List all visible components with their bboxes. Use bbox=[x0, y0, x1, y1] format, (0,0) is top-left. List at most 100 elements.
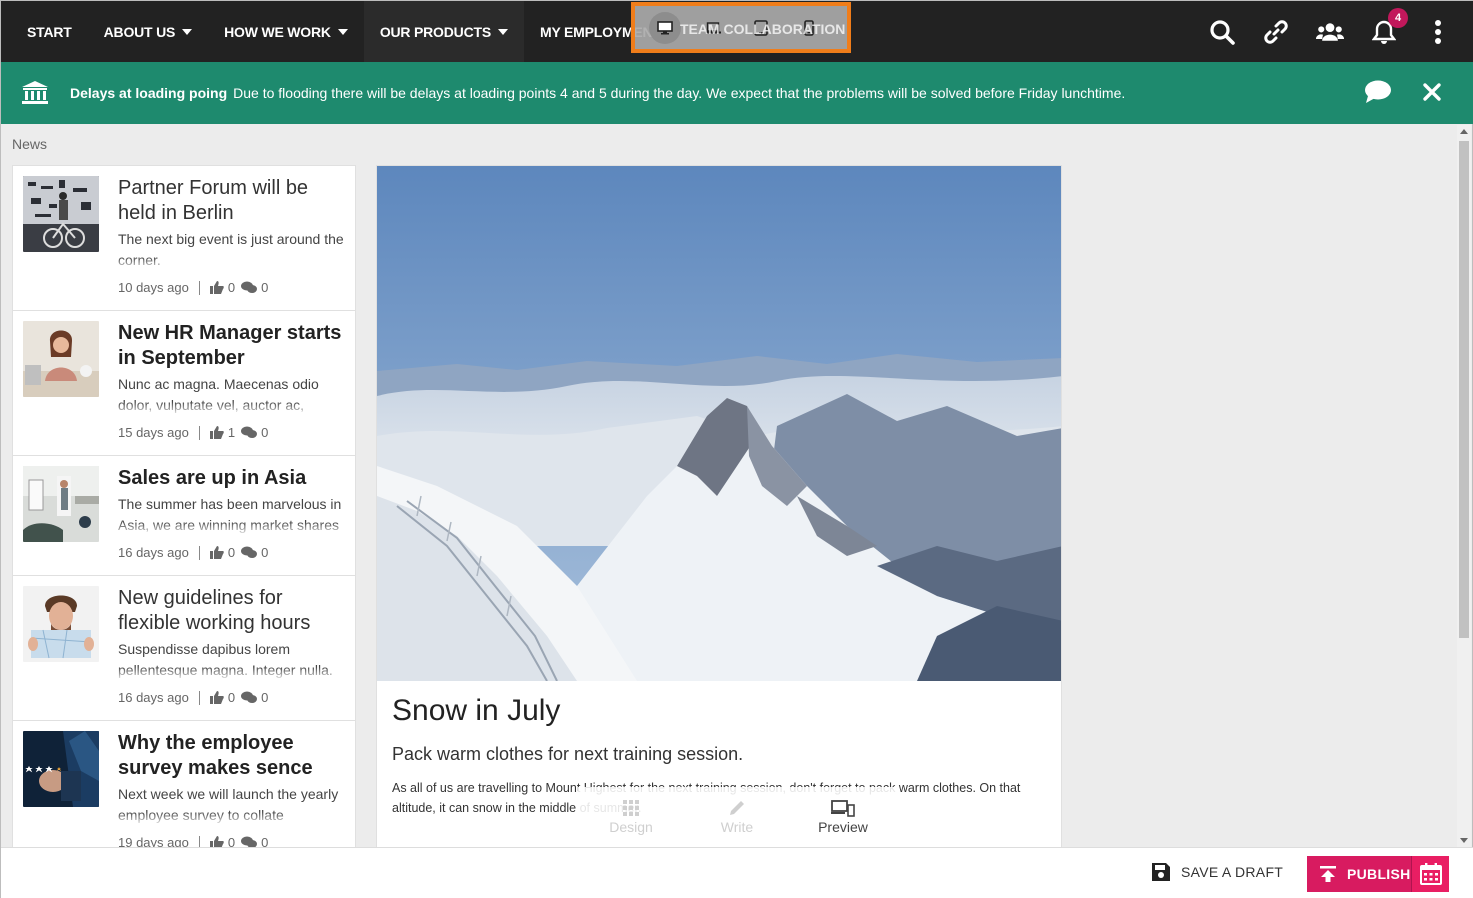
comments-stat[interactable]: 0 bbox=[241, 280, 268, 295]
likes-stat[interactable]: 0 bbox=[209, 545, 236, 560]
alert-message: Due to flooding there will be delays at … bbox=[233, 85, 1126, 101]
news-thumbnail bbox=[23, 586, 99, 662]
laptop-icon[interactable] bbox=[697, 12, 729, 44]
users-icon[interactable] bbox=[1316, 18, 1344, 46]
news-item[interactable]: New HR Manager starts in September Nunc … bbox=[13, 311, 355, 456]
comments-icon bbox=[241, 281, 258, 293]
nav-item-about-us[interactable]: ABOUT US bbox=[88, 1, 209, 62]
comments-icon bbox=[241, 426, 258, 438]
mode-write[interactable]: Write bbox=[687, 799, 787, 835]
news-item[interactable]: New guidelines for flexible working hour… bbox=[13, 576, 355, 721]
news-title: Why the employee survey makes sence bbox=[118, 732, 313, 779]
publish-label: PUBLISH bbox=[1347, 866, 1411, 882]
mode-label: Write bbox=[720, 819, 754, 835]
mode-label: Design bbox=[609, 819, 653, 835]
mode-design[interactable]: Design bbox=[581, 799, 681, 835]
comments-icon bbox=[241, 691, 258, 703]
news-item[interactable]: Partner Forum will be held in Berlin The… bbox=[13, 166, 355, 311]
pencil-icon bbox=[730, 801, 744, 815]
likes-stat[interactable]: 1 bbox=[209, 425, 236, 440]
comments-count: 0 bbox=[261, 425, 269, 440]
caret-down-icon bbox=[337, 29, 348, 35]
nav-label: OUR PRODUCTS bbox=[379, 23, 491, 40]
comments-stat[interactable]: 0 bbox=[241, 690, 268, 705]
article-subtitle: Pack warm clothes for next training sess… bbox=[392, 744, 744, 764]
nav-label: HOW WE WORK bbox=[224, 23, 331, 40]
scroll-up-arrow[interactable] bbox=[1460, 129, 1468, 134]
article-title: Snow in July bbox=[392, 694, 561, 727]
comments-count: 0 bbox=[261, 545, 269, 560]
desktop-icon[interactable] bbox=[649, 11, 681, 44]
likes-count: 0 bbox=[227, 280, 236, 295]
scroll-down-arrow[interactable] bbox=[1460, 838, 1468, 843]
schedule-button[interactable] bbox=[1411, 856, 1449, 892]
scrollbar[interactable] bbox=[1457, 125, 1471, 847]
comments-count: 0 bbox=[261, 280, 269, 295]
footer-bar: SAVE A DRAFT PUBLISH bbox=[1, 847, 1473, 898]
link-icon[interactable] bbox=[1262, 18, 1290, 46]
likes-count: 0 bbox=[227, 545, 236, 560]
news-title: Sales are up in Asia bbox=[118, 467, 307, 489]
news-thumbnail bbox=[23, 176, 99, 252]
bell-icon[interactable]: 4 bbox=[1370, 7, 1408, 46]
nav-actions: 4 bbox=[1208, 1, 1452, 62]
alert-banner: Delays at loading poing Due to flooding … bbox=[1, 62, 1473, 124]
comments-stat[interactable]: 0 bbox=[241, 545, 268, 560]
nav-label: START bbox=[27, 23, 72, 40]
news-meta: 15 days ago 1 0 bbox=[118, 425, 268, 440]
news-item[interactable]: Why the employee survey makes sence Next… bbox=[13, 721, 355, 848]
news-title: New guidelines for flexible working hour… bbox=[118, 587, 311, 634]
likes-count: 0 bbox=[227, 690, 236, 705]
save-icon bbox=[1152, 863, 1170, 881]
mode-label: Preview bbox=[818, 819, 868, 835]
nav-item-our-products[interactable]: OUR PRODUCTS bbox=[363, 1, 524, 62]
news-item[interactable]: Sales are up in Asia The summer has been… bbox=[13, 456, 355, 576]
save-draft-button[interactable]: SAVE A DRAFT bbox=[1151, 862, 1283, 882]
publish-button[interactable]: PUBLISH bbox=[1307, 856, 1449, 892]
notification-badge: 4 bbox=[1388, 7, 1408, 28]
calendar-icon bbox=[1419, 863, 1442, 885]
news-title: New HR Manager starts in September bbox=[118, 322, 342, 369]
likes-stat[interactable]: 0 bbox=[209, 280, 236, 295]
article-card[interactable]: Snow in July Pack warm clothes for next … bbox=[376, 165, 1062, 849]
more-vertical-icon[interactable] bbox=[1424, 18, 1452, 46]
save-draft-label: SAVE A DRAFT bbox=[1181, 864, 1284, 880]
news-time: 16 days ago bbox=[118, 690, 189, 705]
news-time: 10 days ago bbox=[118, 280, 189, 295]
device-switcher: TEAM COLLABORATION bbox=[631, 2, 851, 53]
mobile-icon[interactable] bbox=[793, 12, 825, 44]
devices-icon bbox=[831, 800, 855, 817]
nav-item-how-we-work[interactable]: HOW WE WORK bbox=[208, 1, 364, 62]
news-teaser: Nunc ac magna. Maecenas odio dolor, vulp… bbox=[118, 374, 350, 416]
caret-down-icon bbox=[182, 29, 193, 35]
tablet-icon[interactable] bbox=[745, 12, 777, 44]
news-teaser: The next big event is just around the co… bbox=[118, 229, 350, 271]
news-thumbnail bbox=[23, 466, 99, 542]
news-time: 16 days ago bbox=[118, 545, 189, 560]
caret-down-icon bbox=[497, 29, 508, 35]
grid-icon bbox=[623, 800, 639, 816]
mode-preview[interactable]: Preview bbox=[793, 799, 893, 835]
publish-icon bbox=[1320, 866, 1336, 882]
thumbs-up-icon bbox=[209, 546, 224, 559]
news-thumbnail bbox=[23, 321, 99, 397]
news-title: Partner Forum will be held in Berlin bbox=[118, 177, 309, 224]
comments-stat[interactable]: 0 bbox=[241, 425, 268, 440]
likes-stat[interactable]: 0 bbox=[209, 690, 236, 705]
nav-item-start[interactable]: START bbox=[1, 1, 88, 62]
alert-title: Delays at loading poing bbox=[70, 85, 228, 101]
news-teaser: Next week we will launch the yearly empl… bbox=[118, 784, 350, 826]
section-label: News bbox=[12, 136, 48, 152]
comments-count: 0 bbox=[261, 690, 269, 705]
comments-icon bbox=[241, 546, 258, 558]
news-meta: 10 days ago 0 0 bbox=[118, 280, 268, 295]
nav-label: ABOUT US bbox=[103, 23, 176, 40]
search-icon[interactable] bbox=[1208, 18, 1236, 46]
scroll-thumb[interactable] bbox=[1459, 141, 1469, 638]
chat-icon[interactable] bbox=[1364, 80, 1392, 104]
bank-icon bbox=[22, 81, 48, 104]
news-teaser: The summer has been marvelous in Asia, w… bbox=[118, 494, 350, 536]
likes-count: 1 bbox=[227, 425, 236, 440]
close-icon[interactable] bbox=[1422, 82, 1442, 102]
news-teaser: Suspendisse dapibus lorem pellentesque m… bbox=[118, 639, 350, 681]
